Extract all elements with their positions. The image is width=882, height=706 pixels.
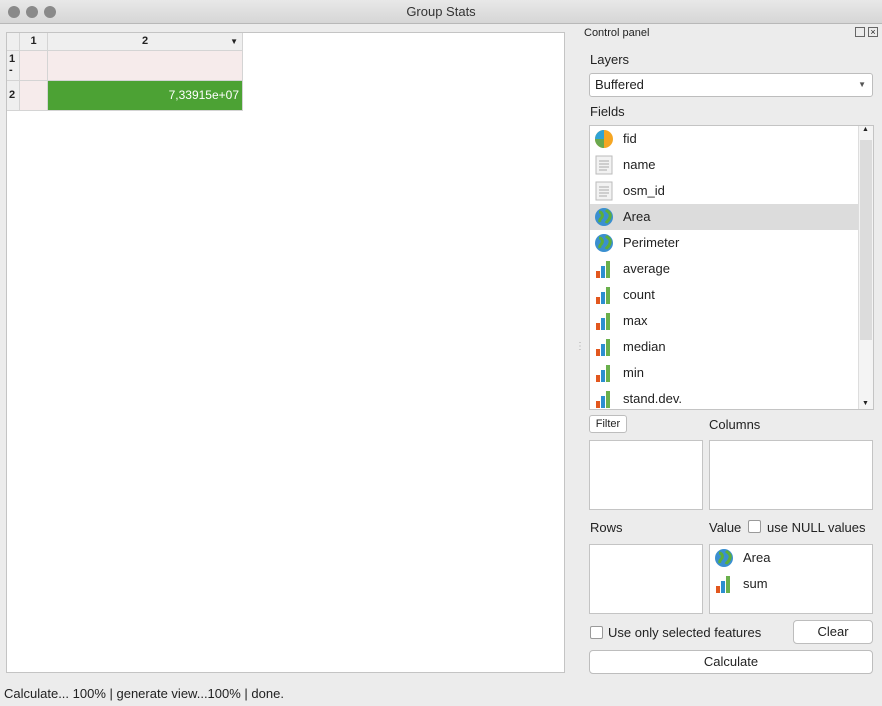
list-item-label: count: [623, 287, 655, 302]
bar-chart-icon: [594, 363, 614, 383]
column-header-1[interactable]: 1: [20, 33, 48, 51]
layer-select[interactable]: Buffered ▼: [589, 73, 873, 97]
table-cell[interactable]: [48, 51, 243, 81]
use-null-label: use NULL values: [767, 520, 866, 535]
list-item-label: Area: [743, 550, 771, 565]
pie-icon: [594, 129, 614, 149]
list-item[interactable]: Perimeter: [590, 230, 858, 256]
column-header-label: 2: [141, 35, 149, 47]
title-bar: Group Stats: [0, 0, 882, 24]
list-item[interactable]: count: [590, 282, 858, 308]
bar-chart-icon: [594, 285, 614, 305]
status-bar: Calculate... 100% | generate view...100%…: [4, 686, 284, 701]
calculate-button[interactable]: Calculate: [589, 650, 873, 674]
bar-chart-icon: [594, 337, 614, 357]
panel-title: Control panel: [584, 27, 650, 39]
list-item-label: median: [623, 339, 666, 354]
layers-label: Layers: [590, 52, 630, 67]
value-label: Value: [709, 520, 742, 535]
selected-only-label: Use only selected features: [608, 625, 762, 640]
fields-list[interactable]: fid name osm_id Area Perimeter average count ma…: [589, 125, 874, 410]
splitter-handle[interactable]: ⋮: [575, 342, 585, 352]
list-item-label: sum: [743, 576, 768, 591]
value-box[interactable]: Area sum: [709, 544, 873, 614]
row-header-1[interactable]: 1 -: [7, 51, 20, 81]
scrollbar-thumb[interactable]: [860, 140, 872, 340]
corner-header[interactable]: [7, 33, 20, 51]
bar-chart-icon: [714, 574, 734, 594]
result-value-cell[interactable]: 7,33915e+07: [48, 81, 243, 111]
bar-chart-icon: [594, 259, 614, 279]
layer-selected-value: Buffered: [595, 77, 644, 92]
filter-button[interactable]: Filter: [589, 415, 627, 433]
minimize-window-button[interactable]: [26, 6, 38, 18]
list-item-label: Perimeter: [623, 235, 680, 250]
zoom-window-button[interactable]: [44, 6, 56, 18]
list-item-label: min: [623, 365, 644, 380]
list-item[interactable]: sum: [710, 571, 870, 597]
clear-button[interactable]: Clear: [793, 620, 873, 644]
list-item-label: name: [623, 157, 656, 172]
close-window-button[interactable]: [8, 6, 20, 18]
globe-icon: [594, 233, 614, 253]
bar-chart-icon: [594, 389, 614, 409]
text-icon: [594, 181, 614, 201]
scroll-up-icon[interactable]: ▲: [862, 126, 869, 133]
list-item-label: fid: [623, 131, 637, 146]
rows-box[interactable]: [589, 544, 703, 614]
result-table[interactable]: 1 2 ▼ 1 - 2 7,33915e+07: [6, 32, 565, 673]
list-item[interactable]: fid: [590, 126, 858, 152]
list-item[interactable]: stand.dev.: [590, 386, 858, 409]
chevron-down-icon: ▼: [858, 80, 866, 89]
list-item[interactable]: max: [590, 308, 858, 334]
list-item-label: stand.dev.: [623, 391, 683, 406]
close-panel-icon[interactable]: ×: [868, 27, 878, 37]
fields-label: Fields: [590, 104, 625, 119]
globe-icon: [594, 207, 614, 227]
list-item[interactable]: min: [590, 360, 858, 386]
list-item[interactable]: Area: [710, 545, 870, 571]
columns-box[interactable]: [709, 440, 873, 510]
float-panel-icon[interactable]: [855, 27, 865, 37]
text-icon: [594, 155, 614, 175]
column-header-2[interactable]: 2 ▼: [48, 33, 243, 51]
sort-dropdown-icon[interactable]: ▼: [230, 33, 238, 50]
fields-scrollbar[interactable]: ▲ ▼: [858, 126, 873, 409]
table-cell[interactable]: [20, 51, 48, 81]
rows-label: Rows: [590, 520, 623, 535]
list-item-label: osm_id: [623, 183, 665, 198]
bar-chart-icon: [594, 311, 614, 331]
list-item[interactable]: name: [590, 152, 858, 178]
list-item-label: average: [623, 261, 670, 276]
scroll-down-icon[interactable]: ▼: [862, 400, 869, 407]
filter-box[interactable]: [589, 440, 703, 510]
list-item[interactable]: average: [590, 256, 858, 282]
list-item-label: max: [623, 313, 648, 328]
list-item[interactable]: Area: [590, 204, 858, 230]
window-title: Group Stats: [406, 4, 476, 19]
table-cell[interactable]: [20, 81, 48, 111]
list-item[interactable]: osm_id: [590, 178, 858, 204]
globe-icon: [714, 548, 734, 568]
use-null-checkbox[interactable]: [748, 520, 761, 533]
list-item-label: Area: [623, 209, 651, 224]
selected-only-checkbox[interactable]: [590, 626, 603, 639]
list-item[interactable]: median: [590, 334, 858, 360]
row-header-2[interactable]: 2: [7, 81, 20, 111]
columns-label: Columns: [709, 417, 761, 432]
